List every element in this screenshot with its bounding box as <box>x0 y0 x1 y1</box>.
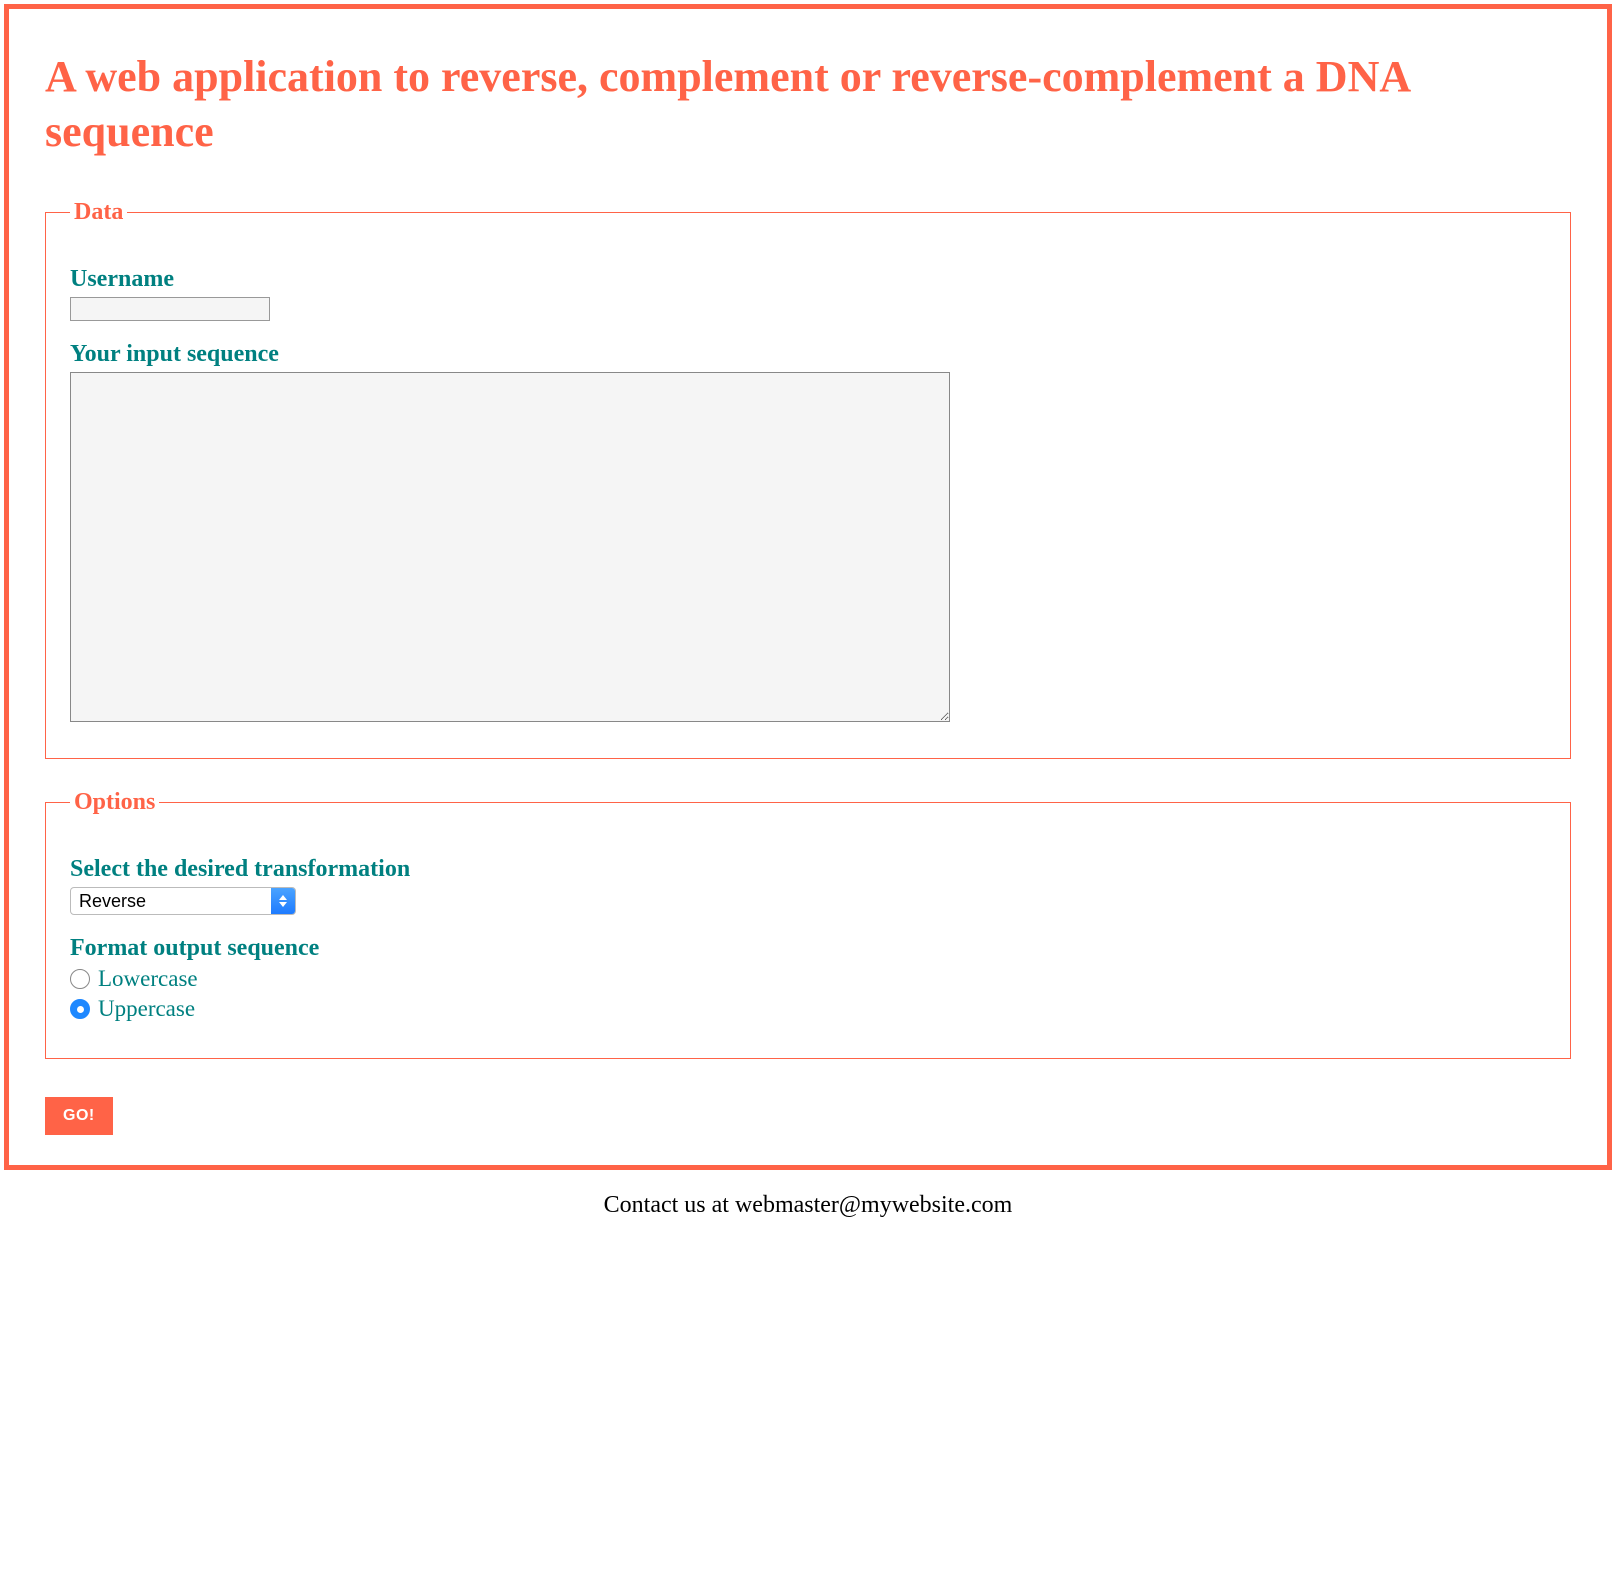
data-fieldset: Data Username Your input sequence <box>45 199 1571 759</box>
radio-lowercase-row[interactable]: Lowercase <box>70 966 1546 992</box>
radio-lowercase[interactable] <box>70 969 90 989</box>
main-panel: A web application to reverse, complement… <box>4 4 1612 1170</box>
select-toggle-icon <box>271 888 295 914</box>
sequence-textarea[interactable] <box>70 372 950 722</box>
options-legend: Options <box>70 789 159 816</box>
options-fieldset: Options Select the desired transformatio… <box>45 789 1571 1059</box>
radio-uppercase[interactable] <box>70 999 90 1019</box>
format-label: Format output sequence <box>70 935 1546 962</box>
chevron-up-icon <box>279 895 287 900</box>
sequence-label: Your input sequence <box>70 341 1546 368</box>
transform-select[interactable]: Reverse <box>70 887 296 915</box>
radio-uppercase-row[interactable]: Uppercase <box>70 996 1546 1022</box>
transform-select-value: Reverse <box>71 888 271 914</box>
go-button[interactable]: GO! <box>45 1097 113 1135</box>
username-label: Username <box>70 266 1546 293</box>
data-legend: Data <box>70 199 127 226</box>
chevron-down-icon <box>279 902 287 907</box>
page-title: A web application to reverse, complement… <box>45 49 1571 159</box>
transform-label: Select the desired transformation <box>70 856 1546 883</box>
footer-contact: Contact us at webmaster@mywebsite.com <box>0 1174 1616 1243</box>
username-input[interactable] <box>70 297 270 321</box>
radio-uppercase-label: Uppercase <box>98 996 195 1022</box>
radio-lowercase-label: Lowercase <box>98 966 198 992</box>
